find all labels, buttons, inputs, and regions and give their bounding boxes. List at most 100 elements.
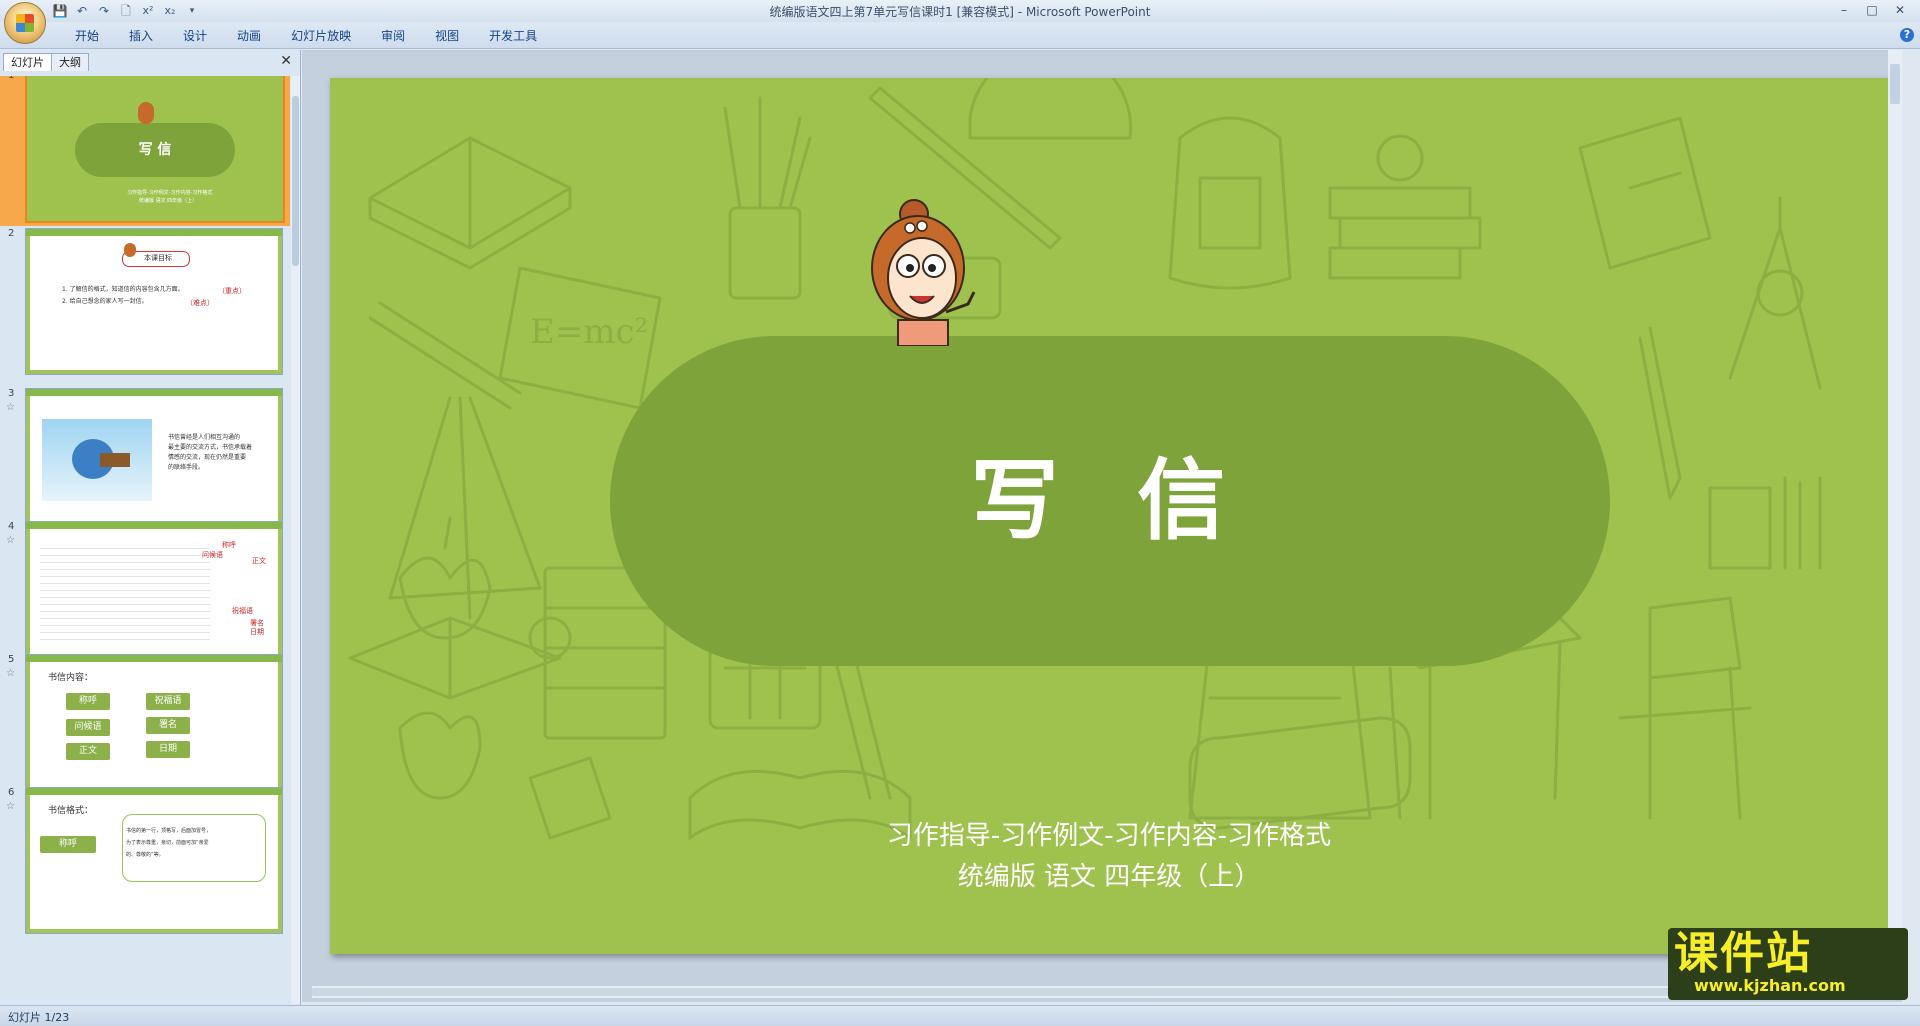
scrollbar-thumb[interactable] [1890, 64, 1900, 104]
thumbnail-number: 6 [8, 787, 15, 798]
tab-developer[interactable]: 开发工具 [474, 28, 552, 44]
thumbnail-3[interactable]: 3 ☆ 书信曾经是人们相互沟通的 最主要的交流方式，书信承载着 情感的交流，现在… [0, 386, 290, 536]
thumbnail-list: 1 写 信 习作指导-习作例文-习作内容-习作格式 统编版 语文 四年级（上） … [0, 76, 290, 1004]
mini-text-1: 书信的第一行，顶格写，后面加冒号， [126, 828, 212, 834]
mini-header-bar [26, 522, 282, 529]
thumbnail-number: 4 [8, 521, 15, 532]
animation-icon: ☆ [6, 402, 15, 413]
slide-canvas[interactable]: E=mc² 写 信 习作指导-习作例文-习作内容-习作格式 统编版 语文 四年级… [330, 78, 1888, 954]
tab-design[interactable]: 设计 [168, 28, 222, 44]
mini-text-4: 的联络手段。 [168, 464, 205, 471]
thumbnail-number: 1 [8, 76, 14, 81]
slide-scrollbar[interactable] [1888, 50, 1902, 990]
tab-home[interactable]: 开始 [60, 28, 114, 44]
tab-slideshow[interactable]: 幻灯片放映 [276, 28, 366, 44]
slide-subtitle-2[interactable]: 统编版 语文 四年级（上） [620, 856, 1888, 893]
maximize-button[interactable]: □ [1858, 1, 1886, 19]
thumbnail-preview: 书信内容： 称呼 祝福语 问候语 署名 正文 日期 [25, 654, 283, 801]
mini-text-2: 为了表示尊重，亲切，前面可加“亲爱 [126, 840, 209, 846]
thumbnail-preview: 书信曾经是人们相互沟通的 最主要的交流方式，书信承载着 情感的交流，现在仍然是重… [25, 388, 283, 535]
tab-slides[interactable]: 幻灯片 [3, 53, 52, 71]
panel-close-icon[interactable]: ✕ [280, 53, 292, 69]
help-icon[interactable]: ? [1900, 28, 1914, 42]
animation-icon: ☆ [6, 535, 15, 546]
mini-heading: 书信内容： [48, 673, 94, 683]
mini-item-2: 2. 给自己想念的家人写一封信。 [62, 298, 148, 305]
mini-subtitle: 习作指导-习作例文-习作内容-习作格式 [127, 190, 213, 196]
thumbnail-number: 2 [8, 228, 15, 239]
thumbnail-6[interactable]: 6 ☆ 书信格式： 称呼 书信的第一行，顶格写，后面加冒号， 为了表示尊重，亲切… [0, 785, 290, 935]
cartoon-girl-icon [871, 199, 976, 346]
ribbon-tabs: 开始 插入 设计 动画 幻灯片放映 审阅 视图 开发工具 [60, 28, 552, 44]
thumbnail-1[interactable]: 1 写 信 习作指导-习作例文-习作内容-习作格式 统编版 语文 四年级（上） [0, 76, 290, 226]
office-button[interactable] [4, 2, 46, 44]
mini-tag-1: （重点） [218, 287, 246, 295]
window-controls: – □ ✕ [1830, 1, 1914, 19]
status-bar: 幻灯片 1/23 [0, 1005, 1920, 1026]
ribbon: 开始 插入 设计 动画 幻灯片放映 审阅 视图 开发工具 ? [0, 22, 1920, 49]
thumbnail-scrollbar[interactable] [291, 76, 300, 1004]
slides-panel: 幻灯片 大纲 ✕ 1 写 信 习作指导-习作例文-习作内容-习作格式 统编版 语… [0, 50, 301, 1005]
scrollbar-thumb[interactable] [292, 96, 299, 266]
mini-bird-image [42, 419, 152, 501]
mini-label-5: 正文 [66, 743, 110, 760]
thumbnail-2[interactable]: 2 本课目标 1. 了解信的格式，知道信的内容包含几方面。 （重点） 2. 给自… [0, 226, 290, 376]
mini-item-1: 1. 了解信的格式，知道信的内容包含几方面。 [62, 286, 184, 293]
thumbnail-preview: 本课目标 1. 了解信的格式，知道信的内容包含几方面。 （重点） 2. 给自己想… [25, 228, 283, 375]
mini-label-1: 称呼 [66, 693, 110, 710]
mini-label-4: 署名 [146, 717, 190, 734]
tab-outline[interactable]: 大纲 [51, 53, 89, 71]
mini-text-1: 书信曾经是人们相互沟通的 [168, 434, 241, 441]
office-logo-icon [16, 14, 34, 32]
mini-heading: 本课目标 [144, 254, 172, 262]
tab-insert[interactable]: 插入 [114, 28, 168, 44]
mini-heading: 书信格式： [48, 806, 94, 816]
scrollbar-thumb[interactable] [312, 988, 1852, 996]
mini-label-6: 日期 [250, 628, 264, 636]
window-title: 统编版语文四上第7单元写信课时1 [兼容模式] - Microsoft Powe… [769, 5, 1151, 19]
thumbnail-5[interactable]: 5 ☆ 书信内容： 称呼 祝福语 问候语 署名 正文 日期 [0, 652, 290, 802]
mini-header-bar [26, 229, 282, 236]
watermark-title: 课件站 [1674, 928, 1812, 979]
subtitle-text: 习作指导-习作例文-习作内容-习作格式 [886, 821, 1332, 851]
animation-icon: ☆ [6, 801, 15, 812]
mini-text-2: 最主要的交流方式，书信承载着 [168, 444, 253, 451]
subtitle-text-2: 统编版 语文 四年级（上） [957, 862, 1261, 892]
mini-header-bar [26, 655, 282, 662]
thumbnail-number: 3 [8, 388, 15, 399]
animation-icon: ☆ [6, 668, 15, 679]
close-button[interactable]: ✕ [1886, 1, 1914, 19]
mini-label: 称呼 [40, 836, 96, 853]
mini-label-2: 问候语 [202, 551, 223, 559]
watermark-logo: 课件站 www.kjzhan.com [1668, 928, 1908, 1000]
slide-subtitle[interactable]: 习作指导-习作例文-习作内容-习作格式 [620, 815, 1888, 852]
thumbnail-preview: 书信格式： 称呼 书信的第一行，顶格写，后面加冒号， 为了表示尊重，亲切，前面可… [25, 787, 283, 934]
mini-text-3: 情感的交流，现在仍然是重要 [168, 454, 247, 461]
tab-view[interactable]: 视图 [420, 28, 474, 44]
mini-girl-icon [124, 243, 136, 257]
mini-title: 写 信 [138, 142, 172, 158]
horizontal-scrollbar[interactable] [312, 986, 1872, 998]
mini-girl-icon [138, 102, 154, 124]
tab-animations[interactable]: 动画 [222, 28, 276, 44]
minimize-button[interactable]: – [1830, 1, 1858, 19]
mini-label-3: 问候语 [66, 719, 110, 736]
tab-review[interactable]: 审阅 [366, 28, 420, 44]
mini-label-1: 称呼 [222, 541, 236, 549]
panel-tabs: 幻灯片 大纲 [3, 53, 89, 71]
mini-text-3: 的、尊敬的”等。 [126, 852, 164, 858]
mini-header-bar [26, 788, 282, 795]
title-bar: 💾 ↶ ↷ 🗋 x² x₂ ▾ 统编版语文四上第7单元写信课时1 [兼容模式] … [0, 0, 1920, 44]
mini-tag-2: （难点） [186, 299, 214, 307]
mini-label-4: 祝福语 [232, 607, 253, 615]
mini-letter-lines [40, 542, 210, 642]
watermark-url: www.kjzhan.com [1694, 976, 1846, 995]
mini-text-box [122, 814, 266, 882]
mini-subtitle2: 统编版 语文 四年级（上） [139, 198, 198, 204]
slide-title[interactable]: 写 信 [610, 336, 1610, 666]
mini-label-3: 正文 [252, 557, 266, 565]
slide-counter: 幻灯片 1/23 [8, 1011, 70, 1024]
mini-header-bar [26, 389, 282, 396]
thumbnail-4[interactable]: 4 ☆ 称呼 问候语 正文 祝福语 署名 日期 [0, 519, 290, 669]
mini-label-2: 祝福语 [146, 693, 190, 710]
